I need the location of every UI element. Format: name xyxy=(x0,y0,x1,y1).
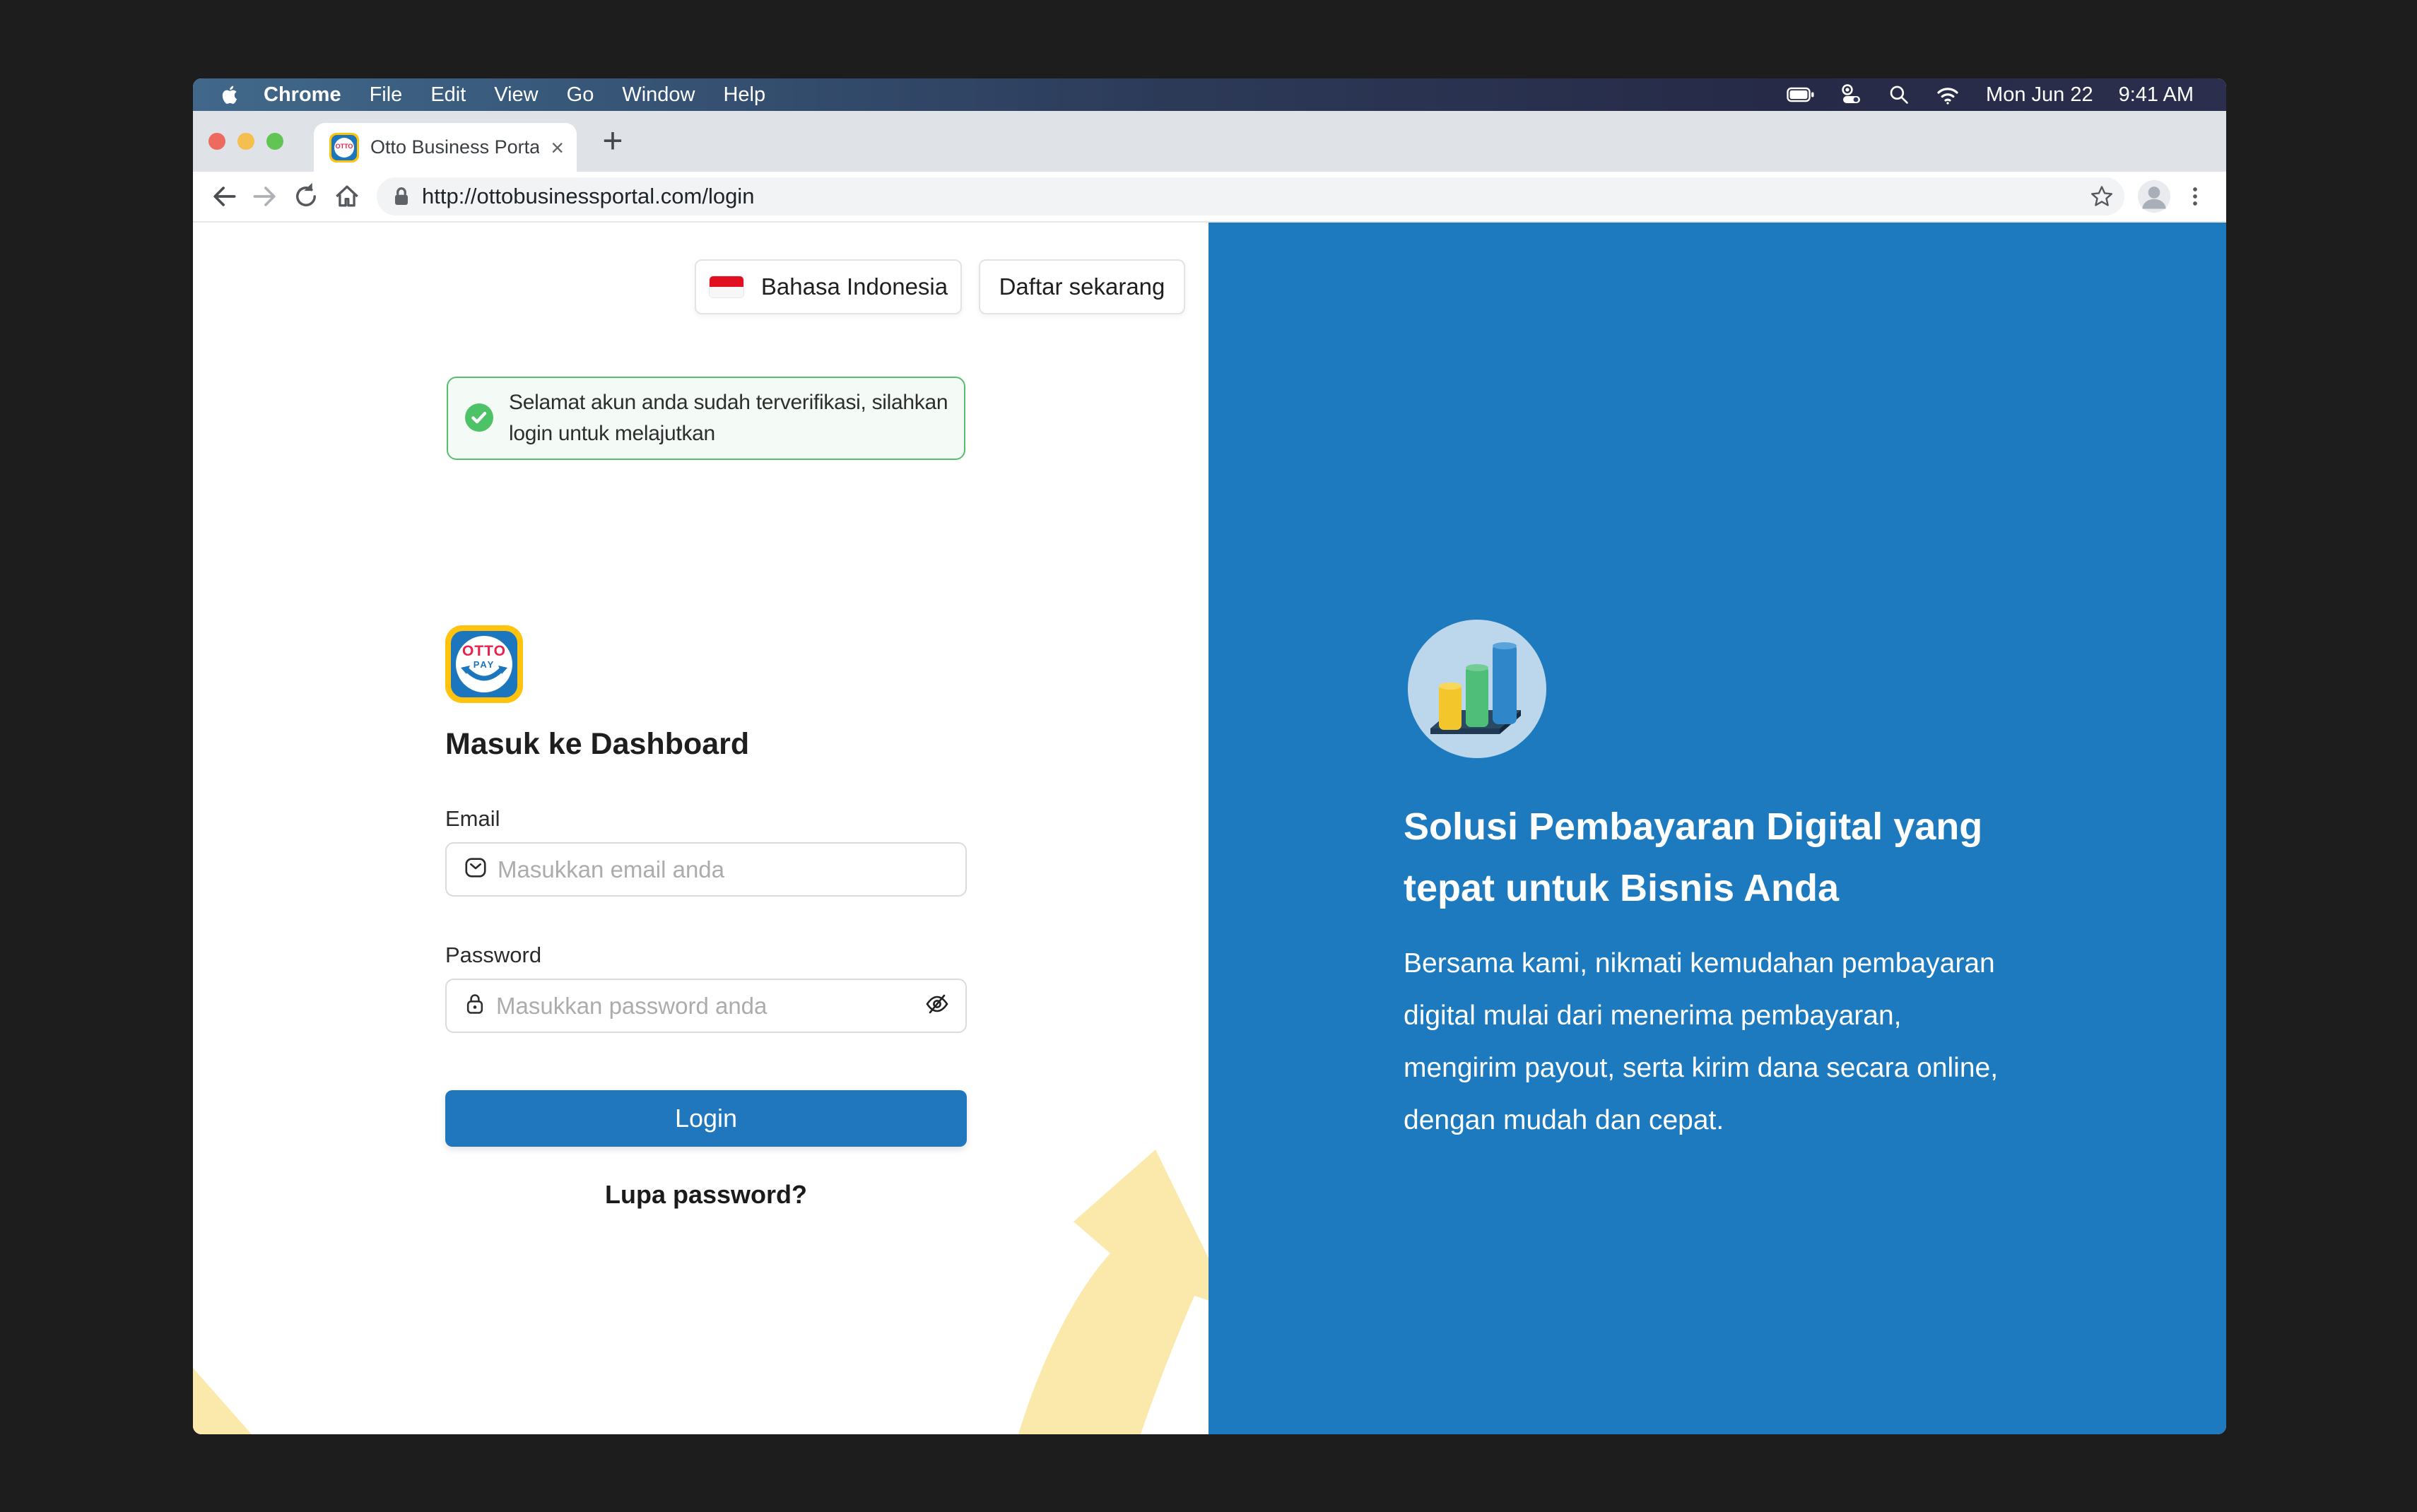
page-content: Bahasa Indonesia Daftar sekarang Selamat… xyxy=(193,223,2226,1434)
window-minimize-button[interactable] xyxy=(237,133,254,150)
new-tab-button[interactable]: + xyxy=(593,121,633,160)
password-input[interactable] xyxy=(496,993,915,1020)
lock-icon xyxy=(464,992,486,1020)
window-close-button[interactable] xyxy=(208,133,225,150)
alert-text-line1: Selamat akun anda sudah terverifikasi, s… xyxy=(509,387,950,418)
ottopay-logo: OTTO PAY xyxy=(445,625,523,703)
menu-view[interactable]: View xyxy=(494,83,538,107)
padlock-icon[interactable] xyxy=(392,186,411,207)
home-icon[interactable] xyxy=(330,179,364,213)
back-icon[interactable] xyxy=(207,179,241,213)
logo-smile-icon xyxy=(451,631,517,697)
success-alert: Selamat akun anda sudah terverifikasi, s… xyxy=(447,377,965,460)
bar-chart-illustration xyxy=(1408,620,1546,758)
email-icon xyxy=(464,856,488,883)
browser-menu-icon[interactable] xyxy=(2178,179,2212,213)
apple-menu-icon[interactable] xyxy=(221,84,240,105)
language-label: Bahasa Indonesia xyxy=(761,273,948,300)
tab-title: Otto Business Portal xyxy=(370,136,539,158)
spotlight-search-icon[interactable] xyxy=(1888,84,1910,105)
password-field-container xyxy=(445,979,967,1033)
tab-close-icon[interactable]: × xyxy=(551,136,564,159)
browser-toolbar: http://ottobusinessportal.com/login xyxy=(193,172,2226,223)
promo-panel: Solusi Pembayaran Digital yang tepat unt… xyxy=(1208,223,2226,1434)
menu-file[interactable]: File xyxy=(370,83,403,107)
password-label: Password xyxy=(445,943,541,968)
profile-avatar-icon[interactable] xyxy=(2137,179,2171,213)
language-selector-button[interactable]: Bahasa Indonesia xyxy=(695,259,962,314)
email-label: Email xyxy=(445,806,500,832)
promo-heading: Solusi Pembayaran Digital yang tepat unt… xyxy=(1404,796,2096,919)
window-zoom-button[interactable] xyxy=(266,133,283,150)
battery-icon xyxy=(1787,86,1815,103)
bookmark-star-icon[interactable] xyxy=(2085,179,2119,213)
register-label: Daftar sekarang xyxy=(999,273,1165,300)
macos-menu-bar: Chrome File Edit View Go Window Help xyxy=(193,78,2226,111)
alert-text-line2: login untuk melajutkan xyxy=(509,418,950,449)
browser-tab[interactable]: OTTO Otto Business Portal × xyxy=(314,123,577,172)
menu-window[interactable]: Window xyxy=(622,83,695,107)
promo-body: Bersama kami, nikmati kemudahan pembayar… xyxy=(1404,938,2096,1147)
menubar-date: Mon Jun 22 xyxy=(1986,83,2093,107)
forward-icon[interactable] xyxy=(248,179,282,213)
menu-go[interactable]: Go xyxy=(567,83,594,107)
url-text[interactable]: http://ottobusinessportal.com/login xyxy=(422,184,754,209)
browser-tab-strip: OTTO Otto Business Portal × + xyxy=(193,111,2226,172)
login-button[interactable]: Login xyxy=(445,1090,967,1147)
menu-edit[interactable]: Edit xyxy=(430,83,466,107)
check-circle-icon xyxy=(465,403,493,435)
indonesia-flag-icon xyxy=(709,276,744,298)
register-button[interactable]: Daftar sekarang xyxy=(979,259,1185,314)
toggle-password-visibility-icon[interactable] xyxy=(924,991,950,1020)
email-input[interactable] xyxy=(498,856,950,883)
control-center-icon[interactable] xyxy=(1840,84,1863,105)
login-button-label: Login xyxy=(675,1104,737,1133)
address-bar[interactable]: http://ottobusinessportal.com/login xyxy=(377,177,2124,215)
wifi-icon[interactable] xyxy=(1935,84,1960,105)
login-panel: Bahasa Indonesia Daftar sekarang Selamat… xyxy=(193,223,1208,1434)
login-heading: Masuk ke Dashboard xyxy=(445,727,749,762)
mac-screen: Chrome File Edit View Go Window Help xyxy=(193,78,2226,1434)
tab-favicon: OTTO xyxy=(329,133,359,163)
reload-icon[interactable] xyxy=(289,179,323,213)
email-field-container xyxy=(445,842,967,897)
menu-help[interactable]: Help xyxy=(723,83,765,107)
menubar-clock: 9:41 AM xyxy=(2119,83,2194,107)
forgot-password-link[interactable]: Lupa password? xyxy=(445,1180,967,1210)
menu-chrome[interactable]: Chrome xyxy=(264,83,341,107)
